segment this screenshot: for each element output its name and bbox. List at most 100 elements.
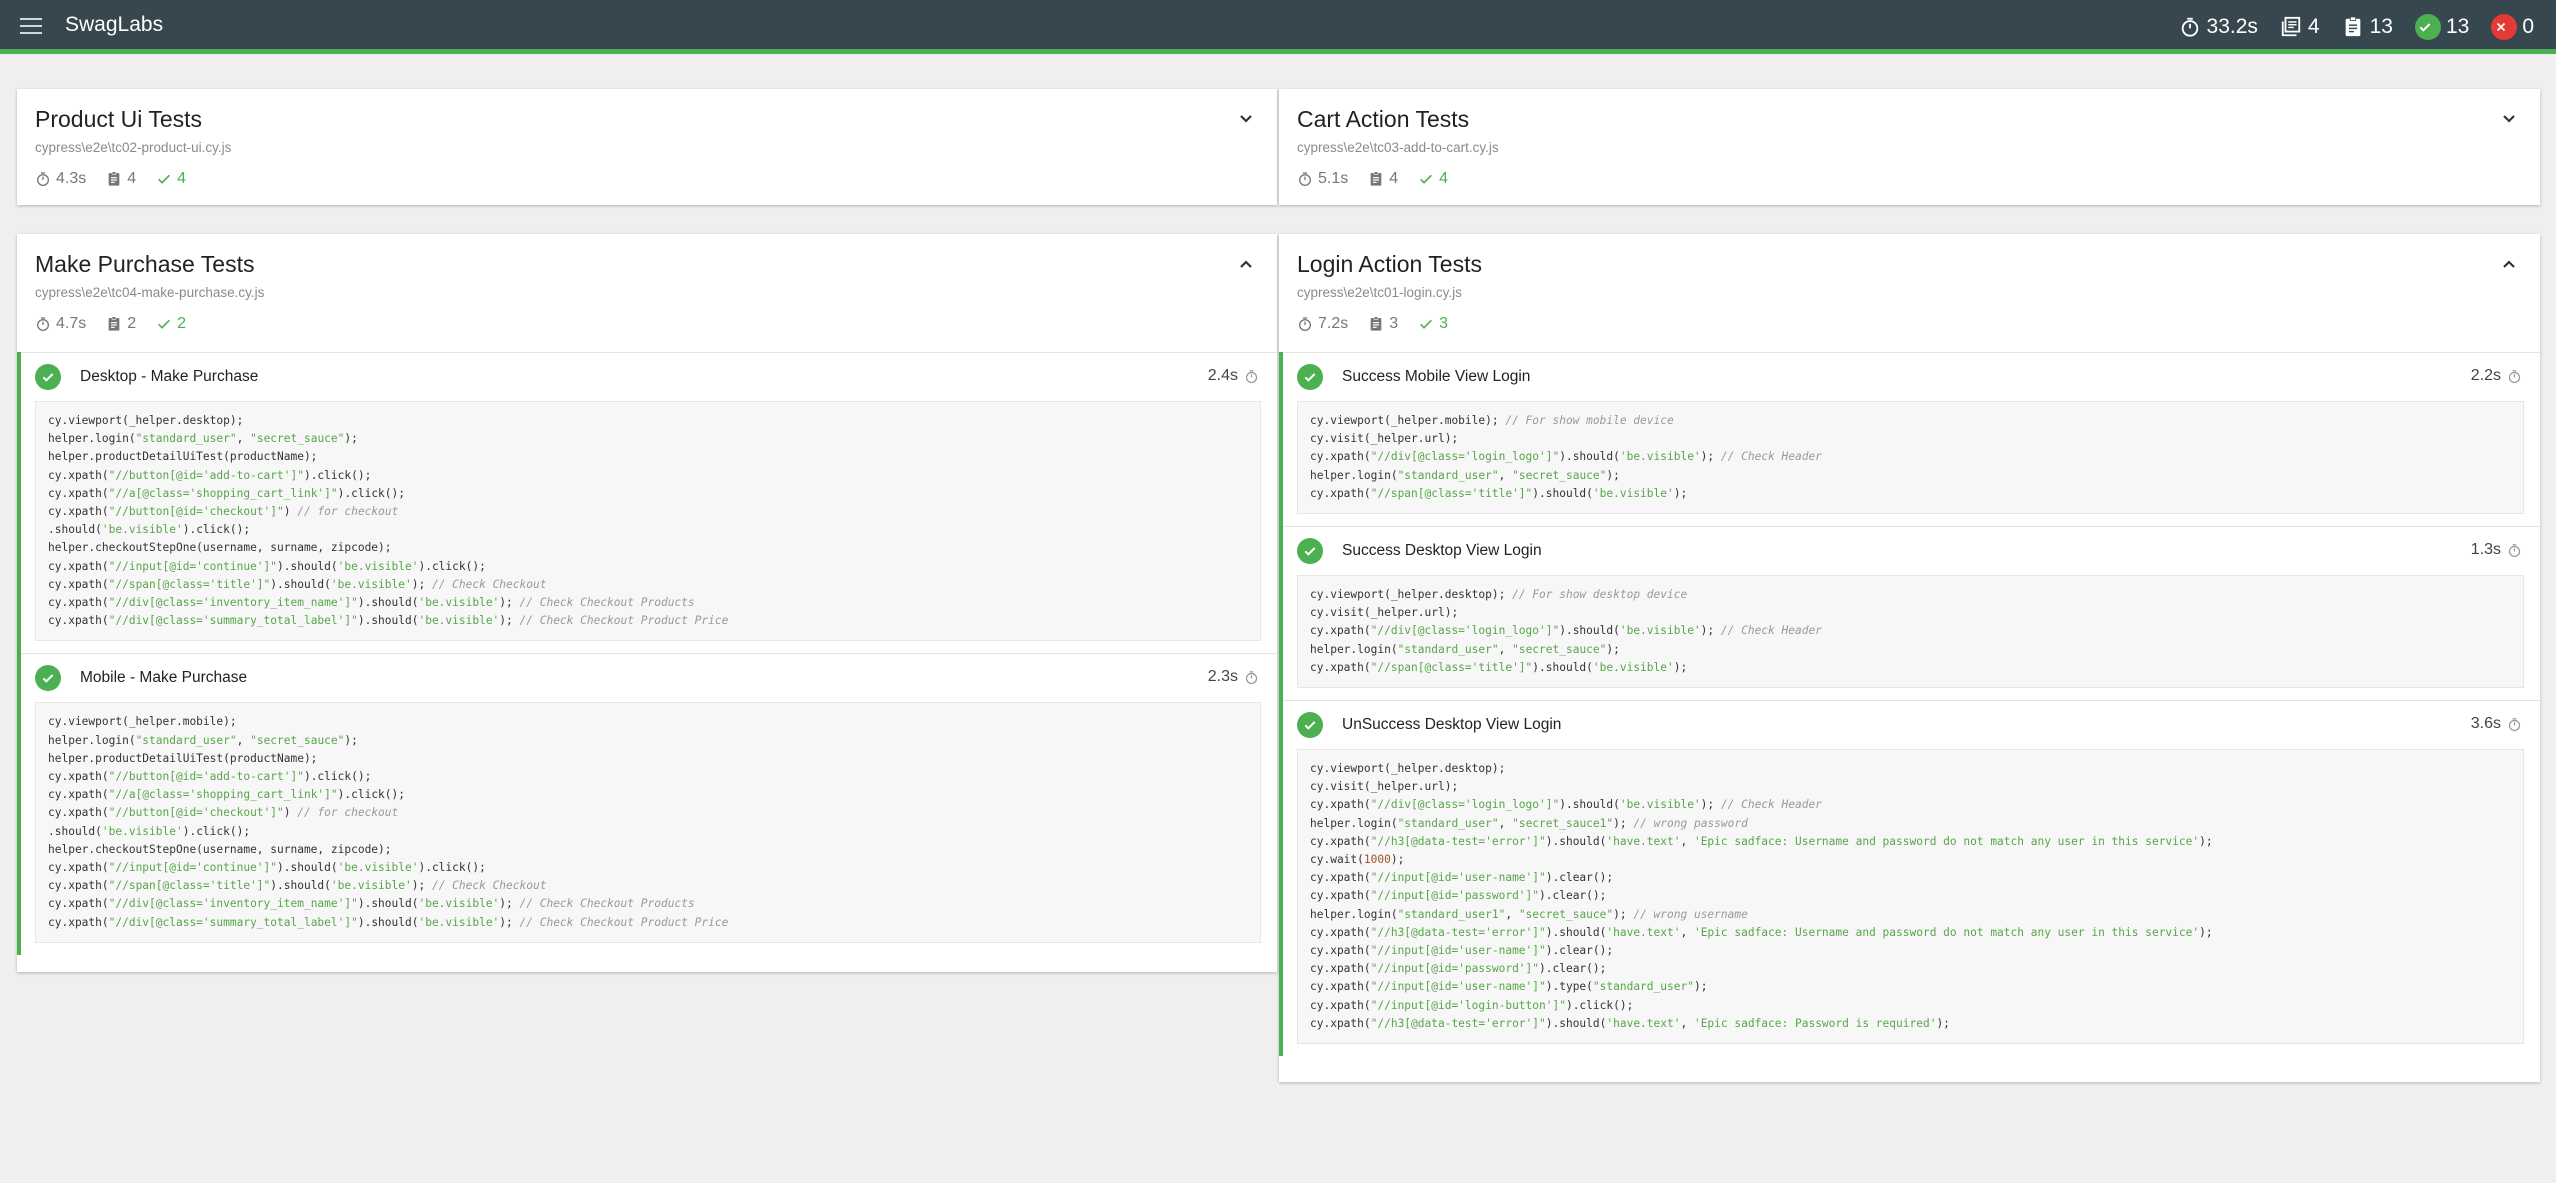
timer-icon bbox=[2181, 17, 2198, 37]
test-duration-value: 1.3s bbox=[2470, 541, 2501, 559]
code-line: cy.xpath("//h3[@data-test='error']").sho… bbox=[1310, 925, 2213, 939]
test-code: cy.viewport(_helper.desktop); // For sho… bbox=[1297, 575, 2524, 689]
suite-tests: 4 bbox=[106, 170, 136, 188]
code-line: cy.xpath("//span[@class='title']").shoul… bbox=[48, 879, 547, 893]
test-title: UnSuccess Desktop View Login bbox=[1342, 716, 1562, 734]
suite-duration: 7.2s bbox=[1297, 315, 1348, 333]
code-line: cy.xpath("//div[@class='login_logo']").s… bbox=[1310, 798, 1822, 812]
code-line: cy.xpath("//a[@class='shopping_cart_link… bbox=[48, 486, 405, 500]
suite-file: cypress\e2e\tc01-login.cy.js bbox=[1297, 285, 1462, 300]
check-icon bbox=[1420, 174, 1433, 184]
timer-icon bbox=[37, 317, 49, 331]
summary-stats: 33.2s 4 13 13 0 bbox=[2157, 0, 2534, 54]
test-code: cy.viewport(_helper.desktop); helper.logi… bbox=[35, 401, 1261, 642]
code-line: helper.login("standard_user1", "secret_s… bbox=[1310, 907, 1748, 921]
test-list: Desktop - Make Purchase 2.4s cy.viewport(_… bbox=[17, 352, 1277, 955]
chevron-down-icon[interactable] bbox=[2502, 111, 2516, 129]
code-line: cy.xpath("//input[@id='user-name']").cle… bbox=[1310, 944, 1614, 958]
code-line: cy.viewport(_helper.desktop); // For sho… bbox=[1310, 588, 1688, 602]
test-duration: 2.2s bbox=[2471, 367, 2522, 385]
suite-title: Make Purchase Tests bbox=[35, 251, 255, 277]
test-duration: 1.3s bbox=[2471, 541, 2522, 559]
suite-duration-value: 4.7s bbox=[56, 315, 87, 332]
test-duration: 2.3s bbox=[1208, 668, 1259, 686]
suite-file: cypress\e2e\tc04-make-purchase.cy.js bbox=[35, 285, 265, 300]
timer-icon bbox=[1245, 369, 1258, 383]
code-line: cy.xpath("//span[@class='title']").shoul… bbox=[1310, 486, 1688, 500]
suite-passes-value: 2 bbox=[177, 315, 187, 332]
code-line: cy.xpath("//button[@id='checkout']") // … bbox=[48, 806, 399, 820]
test-case[interactable]: Desktop - Make Purchase 2.4s cy.viewport(_… bbox=[21, 352, 1277, 653]
suite-duration: 4.3s bbox=[35, 170, 86, 188]
test-case[interactable]: UnSuccess Desktop View Login 3.6s cy.viewp… bbox=[1283, 700, 2540, 1056]
code-line: cy.xpath("//span[@class='title']").shoul… bbox=[48, 577, 547, 591]
test-header[interactable]: UnSuccess Desktop View Login bbox=[1297, 701, 2524, 749]
test-header[interactable]: Mobile - Make Purchase bbox=[35, 654, 1261, 702]
suite-passes-value: 4 bbox=[1439, 170, 1449, 187]
pass-icon bbox=[2414, 14, 2441, 40]
suite-tests-value: 4 bbox=[1389, 170, 1399, 187]
chevron-up-icon[interactable] bbox=[2502, 256, 2516, 274]
chevron-down-icon[interactable] bbox=[1239, 111, 1253, 129]
check-icon bbox=[1420, 319, 1433, 329]
suite-card-make-purchase: Make Purchase Tests cypress\e2e\tc04-mak… bbox=[17, 234, 1277, 972]
code-line: cy.xpath("//h3[@data-test='error']").sho… bbox=[1310, 1016, 1950, 1030]
suite-passes-value: 3 bbox=[1439, 315, 1449, 332]
code-line: cy.xpath("//div[@class='inventory_item_n… bbox=[48, 596, 695, 610]
code-line: cy.visit(_helper.url); bbox=[1310, 432, 1459, 446]
code-line: cy.xpath("//input[@id='continue']").shou… bbox=[48, 861, 486, 875]
passes-stat[interactable]: 13 bbox=[2414, 14, 2470, 40]
passed-check-icon bbox=[1297, 364, 1323, 390]
suite-file: cypress\e2e\tc03-add-to-cart.cy.js bbox=[1297, 140, 1499, 155]
code-line: cy.xpath("//a[@class='shopping_cart_link… bbox=[48, 788, 405, 802]
code-line: cy.xpath("//input[@id='login-button']").… bbox=[1310, 998, 1634, 1012]
test-title: Desktop - Make Purchase bbox=[80, 368, 259, 385]
suite-passes: 2 bbox=[156, 315, 186, 333]
suite-passes: 4 bbox=[156, 170, 186, 188]
menu-icon[interactable] bbox=[20, 18, 42, 34]
suite-passes-value: 4 bbox=[177, 170, 187, 187]
brand-title: SwagLabs bbox=[65, 13, 164, 36]
test-case[interactable]: Mobile - Make Purchase 2.3s cy.viewport(_h… bbox=[21, 653, 1277, 954]
chevron-up-icon[interactable] bbox=[1239, 256, 1253, 274]
suite-passes: 3 bbox=[1418, 315, 1448, 333]
code-line: cy.xpath("//input[@id='continue']").shou… bbox=[48, 559, 486, 573]
suite-tests: 2 bbox=[106, 315, 136, 333]
test-duration-value: 3.6s bbox=[2470, 715, 2501, 733]
passed-check-icon bbox=[35, 665, 61, 692]
suite-title: Product Ui Tests bbox=[35, 106, 203, 132]
clipboard-icon bbox=[108, 316, 120, 331]
code-line: cy.xpath("//h3[@data-test='error']").sho… bbox=[1310, 834, 2213, 848]
suite-tests-value: 4 bbox=[127, 170, 137, 187]
code-line: cy.xpath("//div[@class='summary_total_la… bbox=[48, 915, 729, 929]
timer-icon bbox=[2508, 717, 2521, 731]
failures-stat[interactable]: 0 bbox=[2491, 14, 2534, 40]
code-line: helper.login("standard_user", "secret_sa… bbox=[1310, 642, 1620, 656]
code-line: cy.xpath("//div[@class='summary_total_la… bbox=[48, 614, 729, 628]
code-line: cy.viewport(_helper.mobile); bbox=[48, 715, 237, 729]
timer-icon bbox=[2508, 543, 2521, 557]
suite-tests: 3 bbox=[1368, 315, 1398, 333]
code-line: cy.xpath("//div[@class='inventory_item_n… bbox=[48, 897, 695, 911]
code-line: cy.xpath("//button[@id='checkout']") // … bbox=[48, 505, 399, 519]
code-line: helper.productDetailUiTest(productName); bbox=[48, 450, 318, 464]
code-line: cy.viewport(_helper.desktop); bbox=[1310, 762, 1506, 776]
fail-icon bbox=[2491, 14, 2518, 40]
suites-stat: 4 bbox=[2280, 15, 2320, 39]
code-line: cy.wait(1000); bbox=[1310, 853, 1405, 867]
timer-icon bbox=[1245, 671, 1258, 684]
code-line: .should('be.visible').click(); bbox=[48, 824, 251, 838]
code-line: helper.login("standard_user", "secret_sa… bbox=[48, 432, 358, 446]
clipboard-icon bbox=[1370, 316, 1382, 331]
test-header[interactable]: Desktop - Make Purchase bbox=[35, 353, 1261, 401]
suite-title: Cart Action Tests bbox=[1297, 106, 1470, 132]
code-line: helper.login("standard_user", "secret_sa… bbox=[1310, 468, 1620, 482]
clipboard-icon bbox=[1370, 171, 1382, 186]
passes-count: 13 bbox=[2445, 15, 2470, 38]
test-header[interactable]: Success Desktop View Login bbox=[1297, 527, 2524, 575]
test-header[interactable]: Success Mobile View Login bbox=[1297, 353, 2524, 401]
test-case[interactable]: Success Mobile View Login 2.2s cy.viewport… bbox=[1283, 352, 2540, 526]
code-line: cy.viewport(_helper.mobile); // For show… bbox=[1310, 414, 1674, 427]
test-title: Success Mobile View Login bbox=[1342, 368, 1531, 385]
test-case[interactable]: Success Desktop View Login 1.3s cy.viewpor… bbox=[1283, 526, 2540, 700]
